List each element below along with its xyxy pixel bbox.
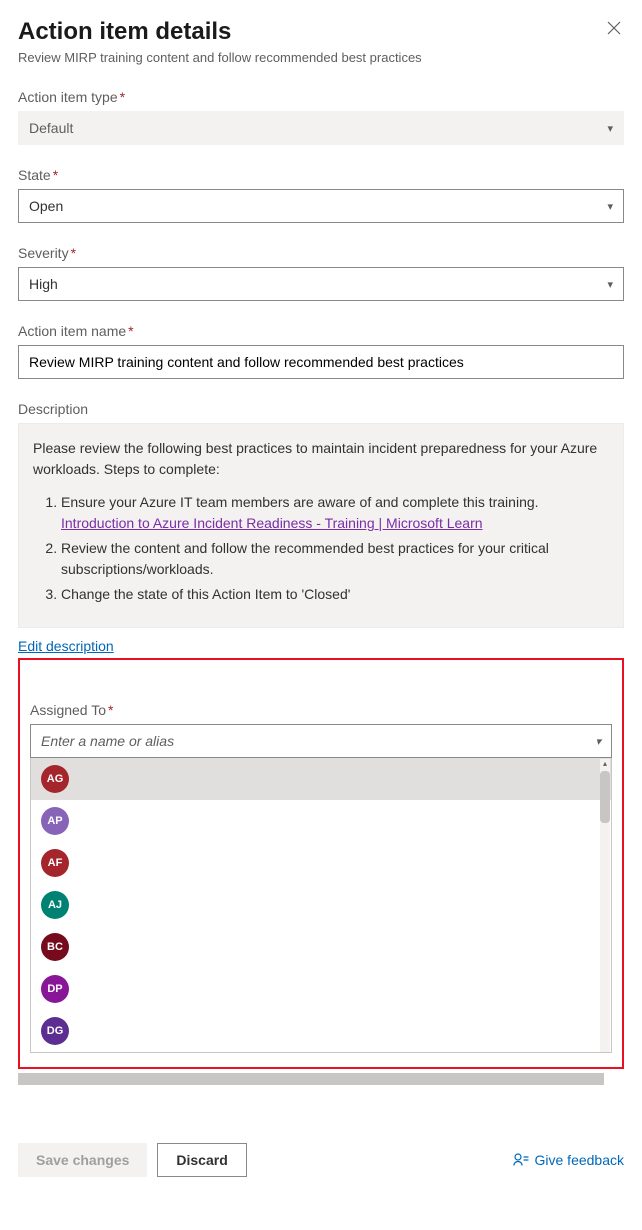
chevron-down-icon: ▾ bbox=[595, 735, 601, 748]
page-title: Action item details bbox=[18, 18, 231, 46]
name-label: Action item name* bbox=[18, 323, 624, 339]
save-button[interactable]: Save changes bbox=[18, 1143, 147, 1177]
chevron-down-icon: ▾ bbox=[607, 122, 613, 135]
type-select: Default ▾ bbox=[18, 111, 624, 145]
description-label: Description bbox=[18, 401, 624, 417]
avatar: AP bbox=[41, 807, 69, 835]
chevron-down-icon: ▾ bbox=[607, 278, 613, 291]
give-feedback-link[interactable]: Give feedback bbox=[513, 1152, 625, 1168]
severity-label: Severity* bbox=[18, 245, 624, 261]
state-label: State* bbox=[18, 167, 624, 183]
avatar: DG bbox=[41, 1017, 69, 1045]
assigned-option[interactable]: AG bbox=[31, 758, 611, 800]
close-button[interactable] bbox=[604, 18, 624, 38]
assigned-option[interactable]: BC bbox=[31, 926, 611, 968]
description-box: Please review the following best practic… bbox=[18, 423, 624, 628]
name-input-wrapper[interactable] bbox=[18, 345, 624, 379]
assigned-option[interactable]: DG bbox=[31, 1010, 611, 1052]
scrollbar-horizontal[interactable] bbox=[18, 1073, 624, 1085]
close-icon bbox=[607, 21, 621, 35]
assigned-option[interactable]: AF bbox=[31, 842, 611, 884]
assigned-dropdown: AG AP AF AJ BC DP DG ▴ ▾ bbox=[30, 758, 612, 1053]
scrollbar-vertical[interactable]: ▴ ▾ bbox=[600, 759, 610, 1053]
avatar: DP bbox=[41, 975, 69, 1003]
page-subtitle: Review MIRP training content and follow … bbox=[18, 50, 624, 65]
avatar: AF bbox=[41, 849, 69, 877]
training-link[interactable]: Introduction to Azure Incident Readiness… bbox=[61, 515, 483, 531]
avatar: BC bbox=[41, 933, 69, 961]
severity-select[interactable]: High ▾ bbox=[18, 267, 624, 301]
type-label: Action item type* bbox=[18, 89, 624, 105]
state-select[interactable]: Open ▾ bbox=[18, 189, 624, 223]
name-input[interactable] bbox=[29, 346, 613, 378]
assigned-option[interactable]: AP bbox=[31, 800, 611, 842]
assigned-option[interactable]: DP bbox=[31, 968, 611, 1010]
feedback-icon bbox=[513, 1152, 529, 1168]
assigned-combobox[interactable]: Enter a name or alias ▾ bbox=[30, 724, 612, 758]
avatar: AG bbox=[41, 765, 69, 793]
assigned-label: Assigned To* bbox=[30, 702, 612, 718]
assigned-option[interactable]: AJ bbox=[31, 884, 611, 926]
avatar: AJ bbox=[41, 891, 69, 919]
assigned-to-section: Assigned To* Enter a name or alias ▾ AGA… bbox=[18, 658, 624, 1069]
chevron-down-icon: ▾ bbox=[607, 200, 613, 213]
discard-button[interactable]: Discard bbox=[157, 1143, 246, 1177]
edit-description-link[interactable]: Edit description bbox=[18, 638, 114, 654]
